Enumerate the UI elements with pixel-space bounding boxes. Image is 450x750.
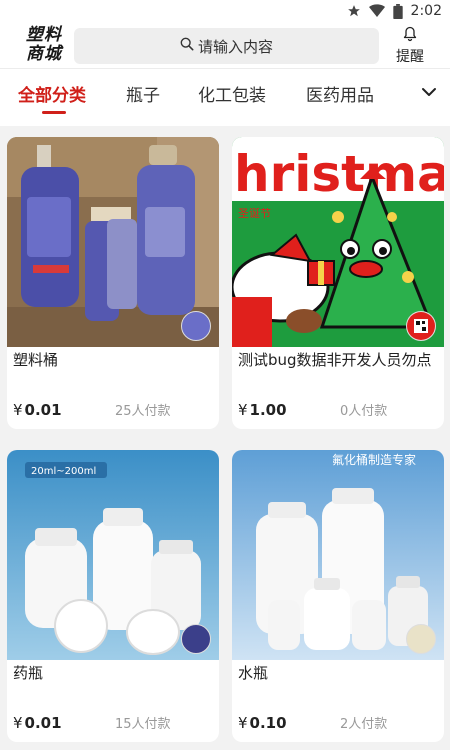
logo-line-2: 商城 [26,44,62,64]
product-image: hristma 圣诞节 [232,137,444,347]
product-price: ¥0.01 [13,714,62,732]
tab-bottles[interactable]: 瓶子 [126,81,160,106]
chevron-down-icon[interactable] [421,83,437,102]
tab-chemical-packaging[interactable]: 化工包装 [198,81,266,106]
header: 塑料 商城 请输入内容 提醒 [0,24,450,68]
remind-label: 提醒 [396,49,424,65]
wifi-icon [368,4,385,18]
product-card-test-data[interactable]: hristma 圣诞节 测试bug数据非开发人员勿点 ¥1.00 0人付款 [232,137,444,429]
product-card-plastic-bucket[interactable]: 塑料桶 ¥0.01 25人付款 [7,137,219,429]
search-input[interactable]: 请输入内容 [74,28,379,64]
product-paid-count: 25人付款 [115,404,171,419]
star-icon [347,4,361,18]
product-image [7,137,219,347]
product-title: 塑料桶 [13,351,59,369]
qr-code-icon [406,311,436,341]
christmas-sub-text: 圣诞节 [238,206,271,220]
product-paid-count: 15人付款 [115,717,171,732]
category-tabs: 全部分类 瓶子 化工包装 医药用品 [0,68,450,126]
logo-line-1: 塑料 [26,25,62,45]
product-paid-count: 2人付款 [340,717,388,732]
tab-all-categories[interactable]: 全部分类 [18,81,86,106]
product-card-water-bottle[interactable]: 氟化桶制造专家 水瓶 ¥0.10 2人付款 [232,450,444,742]
product-image: 氟化桶制造专家 [232,450,444,660]
search-icon [180,37,194,55]
search-placeholder: 请输入内容 [197,37,273,56]
product-title: 测试bug数据非开发人员勿点 [238,351,432,369]
battery-icon [392,3,403,19]
bell-icon [403,26,417,46]
status-bar: 2:02 [0,0,450,24]
product-title: 药瓶 [13,664,44,682]
status-time: 2:02 [410,3,442,19]
fluoride-title-text: 氟化桶制造专家 [332,452,416,467]
product-image: 20ml~200ml [7,450,219,660]
remind-button[interactable]: 提醒 [389,26,431,65]
product-price: ¥1.00 [238,401,287,419]
app-logo[interactable]: 塑料 商城 [26,26,66,64]
product-thumbnail-icon [181,311,211,341]
product-paid-count: 0人付款 [340,404,388,419]
bottle-range-text: 20ml~200ml [31,466,96,477]
active-tab-indicator [42,111,66,114]
product-price: ¥0.10 [238,714,287,732]
product-title: 水瓶 [238,664,269,682]
product-card-medicine-bottle[interactable]: 20ml~200ml 药瓶 ¥0.01 15人付款 [7,450,219,742]
product-thumbnail-icon [181,624,211,654]
christmas-banner-text: hristma [234,145,444,203]
product-price: ¥0.01 [13,401,62,419]
tab-medical-supplies[interactable]: 医药用品 [306,81,374,106]
product-thumbnail-icon [406,624,436,654]
